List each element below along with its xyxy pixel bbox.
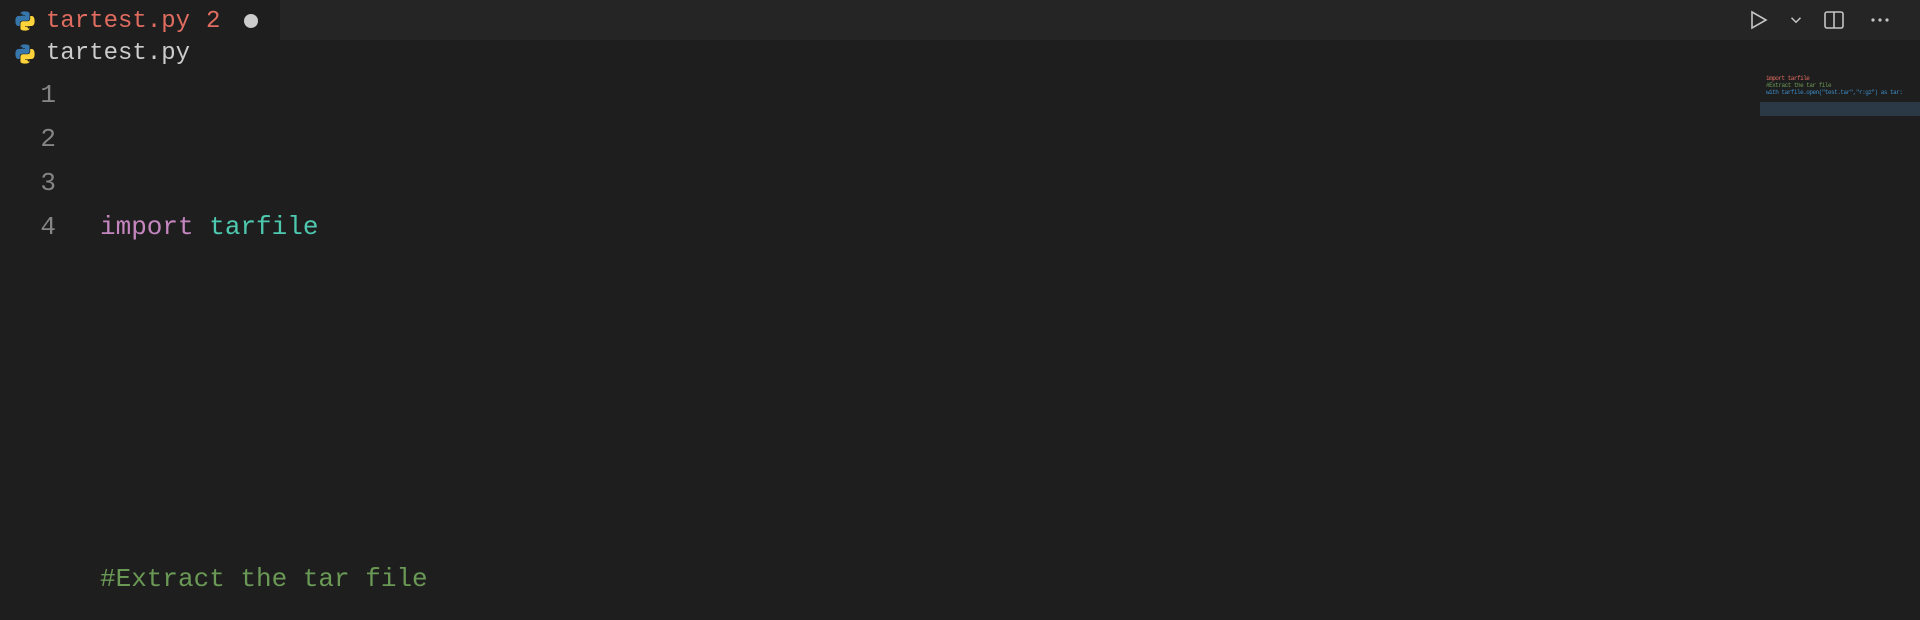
code-line[interactable] bbox=[60, 381, 1920, 425]
minimap[interactable]: import tarfile #Extract the tar file wit… bbox=[1760, 67, 1920, 620]
python-icon bbox=[14, 10, 36, 32]
run-dropdown[interactable] bbox=[1784, 0, 1808, 40]
tab-filename: tartest.py bbox=[46, 8, 190, 35]
minimap-line: #Extract the tar file bbox=[1766, 82, 1831, 89]
breadcrumb: tartest.py bbox=[0, 40, 1920, 67]
python-icon bbox=[14, 43, 36, 65]
more-actions-button[interactable] bbox=[1860, 0, 1900, 40]
line-number-gutter: 1 2 3 4 bbox=[0, 67, 60, 620]
run-button[interactable] bbox=[1738, 0, 1778, 40]
editor-body: 1 2 3 4 import tarfile #Extract the tar … bbox=[0, 67, 1920, 620]
tab-actions bbox=[1738, 0, 1920, 40]
code-line[interactable]: import tarfile bbox=[60, 205, 1920, 249]
tab-tartest[interactable]: tartest.py 2 bbox=[0, 0, 280, 40]
breadcrumb-filename[interactable]: tartest.py bbox=[46, 40, 190, 67]
minimap-line: import tarfile bbox=[1766, 75, 1809, 82]
code-area[interactable]: import tarfile #Extract the tar file wit… bbox=[60, 67, 1920, 620]
token-module: tarfile bbox=[209, 212, 318, 242]
minimap-line: with tarfile.open("test.tar","r:gz") as … bbox=[1766, 89, 1902, 96]
tab-bar: tartest.py 2 bbox=[0, 0, 1920, 40]
minimap-viewport-indicator[interactable] bbox=[1760, 102, 1920, 116]
editor-app: tartest.py 2 tartest.py bbox=[0, 0, 1920, 620]
code-line[interactable]: #Extract the tar file bbox=[60, 557, 1920, 601]
token-keyword: import bbox=[100, 212, 194, 242]
token-space bbox=[194, 212, 210, 242]
tab-problem-count: 2 bbox=[206, 8, 220, 35]
line-number: 3 bbox=[0, 161, 56, 205]
split-editor-button[interactable] bbox=[1814, 0, 1854, 40]
line-number: 2 bbox=[0, 117, 56, 161]
token-comment: #Extract the tar file bbox=[100, 564, 428, 594]
line-number: 1 bbox=[0, 73, 56, 117]
tab-bar-spacer bbox=[280, 0, 1738, 40]
tab-dirty-indicator bbox=[244, 14, 258, 28]
line-number: 4 bbox=[0, 205, 56, 249]
